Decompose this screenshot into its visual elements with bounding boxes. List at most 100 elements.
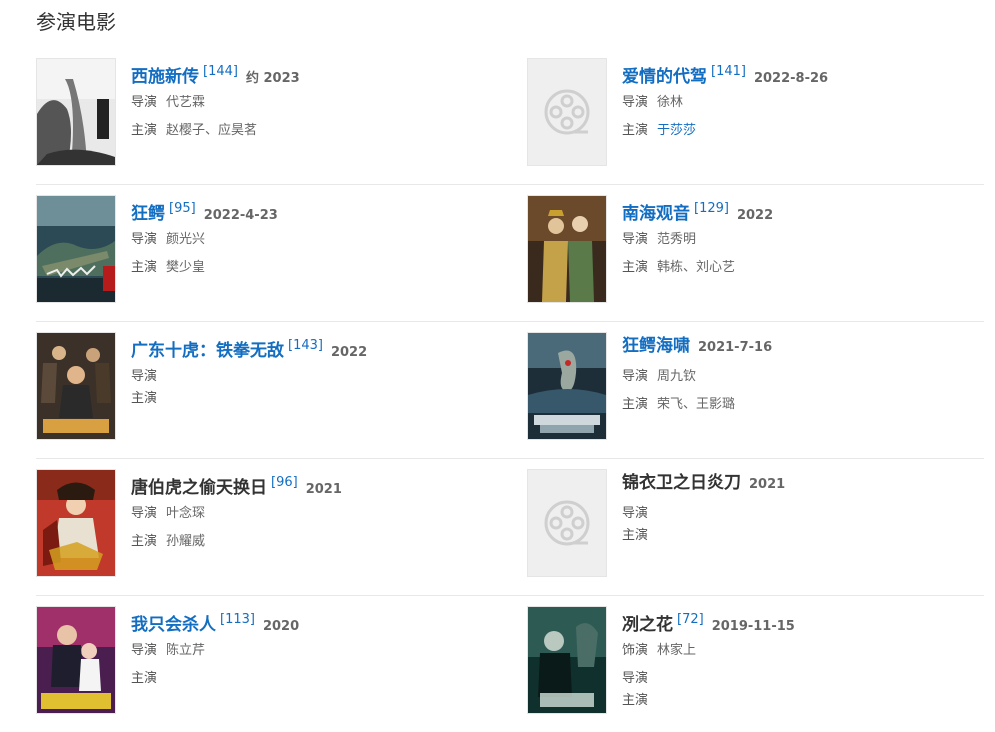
film-card: 爱情的代驾 [141] 2022-8-26 导演 徐林 主演 于莎莎 [527,58,987,168]
film-info: 爱情的代驾 [141] 2022-8-26 导演 徐林 主演 于莎莎 [622,58,982,142]
film-card: 我只会杀人 [113] 2020 导演 陈立芹 主演 [36,606,496,716]
citation-ref[interactable]: [129] [694,201,729,216]
film-date: 2019-11-15 [711,619,795,634]
meta-label: 主演 [131,391,158,406]
film-date: 2022 [736,208,774,223]
film-date: 2022-4-23 [203,208,278,223]
film-info: 冽之花 [72] 2019-11-15 饰演 林家上 导演 主演 [622,606,982,712]
meta-label: 主演 [622,693,649,708]
film-row: 唐伯虎之偷天换日 [96] 2021 导演 叶念琛 主演 孙耀威 锦衣卫之日炎刀 2021… [36,459,984,596]
meta-value: 陈立芹 [166,643,206,658]
film-card: 狂鳄海啸 2021-7-16 导演 周九钦 主演 荣飞、王影璐 [527,332,987,442]
film-poster-placeholder[interactable] [527,58,607,166]
film-card: 西施新传 [144] 约 2023 导演 代艺霖 主演 赵樱子、应昊茗 [36,58,496,168]
film-poster[interactable] [36,469,116,577]
film-title-link[interactable]: 狂鳄 [131,204,165,224]
film-poster-placeholder[interactable] [527,469,607,577]
citation-ref[interactable]: [95] [169,201,196,216]
actor-link[interactable]: 于莎莎 [657,123,696,138]
meta-label: 导演 [622,369,649,384]
meta-label: 饰演 [622,643,649,658]
meta-label: 主演 [622,397,649,412]
film-row: 狂鳄 [95] 2022-4-23 导演 颜光兴 主演 樊少皇 南海观音 [129] 202… [36,185,984,322]
meta-label: 导演 [622,95,649,110]
film-poster[interactable] [527,195,607,303]
film-title: 唐伯虎之偷天换日 [131,478,267,498]
film-poster[interactable] [527,606,607,714]
citation-ref[interactable]: [141] [711,64,746,79]
citation-ref[interactable]: [96] [271,475,298,490]
meta-value: 韩栋、刘心艺 [657,260,736,275]
film-date: 约 2023 [245,71,300,86]
meta-label: 导演 [131,95,158,110]
section-title: 参演电影 [36,10,116,34]
film-title-link[interactable]: 南海观音 [622,204,690,224]
citation-ref[interactable]: [143] [288,338,323,353]
meta-label: 主演 [622,528,649,543]
film-card: 唐伯虎之偷天换日 [96] 2021 导演 叶念琛 主演 孙耀威 [36,469,496,579]
film-title-link[interactable]: 爱情的代驾 [622,67,707,87]
meta-label: 主演 [131,671,158,686]
film-date: 2021 [749,477,786,492]
film-title-link[interactable]: 西施新传 [131,67,199,87]
film-card: 广东十虎：铁拳无敌 [143] 2022 导演 主演 [36,332,496,442]
meta-value: 范秀明 [657,232,697,247]
film-date: 2022 [330,345,368,360]
film-row: 西施新传 [144] 约 2023 导演 代艺霖 主演 赵樱子、应昊茗 爱情的代驾 [14… [36,48,984,185]
film-date: 2021-7-16 [698,340,773,355]
meta-value: 荣飞、王影璐 [657,397,736,412]
citation-ref[interactable]: [72] [677,612,704,627]
meta-value: 徐林 [657,95,684,110]
film-info: 西施新传 [144] 约 2023 导演 代艺霖 主演 赵樱子、应昊茗 [131,58,491,142]
meta-label: 主演 [131,123,158,138]
meta-label: 导演 [131,232,158,247]
film-row: 我只会杀人 [113] 2020 导演 陈立芹 主演 冽之花 [72] 2019-11-1… [36,596,984,732]
film-title: 锦衣卫之日炎刀 [622,473,741,493]
meta-label: 导演 [131,506,158,521]
film-poster[interactable] [36,58,116,166]
film-info: 锦衣卫之日炎刀 2021 导演 主演 [622,469,982,547]
meta-label: 主演 [622,123,649,138]
film-row: 广东十虎：铁拳无敌 [143] 2022 导演 主演 狂鳄海啸 2021-7-16 导… [36,322,984,459]
film-card: 锦衣卫之日炎刀 2021 导演 主演 [527,469,987,579]
film-info: 南海观音 [129] 2022 导演 范秀明 主演 韩栋、刘心艺 [622,195,982,279]
film-info: 我只会杀人 [113] 2020 导演 陈立芹 主演 [131,606,491,690]
film-info: 狂鳄海啸 2021-7-16 导演 周九钦 主演 荣飞、王影璐 [622,332,982,416]
citation-ref[interactable]: [113] [220,612,255,627]
film-title-link[interactable]: 我只会杀人 [131,615,216,635]
meta-value: 叶念琛 [166,506,206,521]
film-card: 南海观音 [129] 2022 导演 范秀明 主演 韩栋、刘心艺 [527,195,987,305]
film-date: 2021 [305,482,342,497]
film-poster[interactable] [36,332,116,440]
meta-label: 主演 [131,260,158,275]
meta-value: 樊少皇 [166,260,206,275]
meta-label: 导演 [622,232,649,247]
film-info: 唐伯虎之偷天换日 [96] 2021 导演 叶念琛 主演 孙耀威 [131,469,491,553]
film-poster[interactable] [527,332,607,440]
meta-value: 周九钦 [657,369,697,384]
film-reel-icon [528,470,606,576]
meta-label: 导演 [622,671,649,686]
citation-ref[interactable]: [144] [203,64,238,79]
film-card: 冽之花 [72] 2019-11-15 饰演 林家上 导演 主演 [527,606,987,716]
film-title-link[interactable]: 广东十虎：铁拳无敌 [131,341,284,361]
film-poster[interactable] [36,195,116,303]
film-card: 狂鳄 [95] 2022-4-23 导演 颜光兴 主演 樊少皇 [36,195,496,305]
film-title: 冽之花 [622,615,673,635]
meta-value: 孙耀威 [166,534,206,549]
meta-value: 颜光兴 [166,232,206,247]
film-title-link[interactable]: 狂鳄海啸 [622,336,690,356]
film-date: 2022-8-26 [753,71,829,86]
film-grid: 西施新传 [144] 约 2023 导演 代艺霖 主演 赵樱子、应昊茗 爱情的代驾 [14… [36,48,984,732]
film-info: 广东十虎：铁拳无敌 [143] 2022 导演 主演 [131,332,491,410]
film-info: 狂鳄 [95] 2022-4-23 导演 颜光兴 主演 樊少皇 [131,195,491,279]
meta-label: 导演 [131,369,158,384]
film-date: 2020 [262,619,300,634]
meta-value: 赵樱子、应昊茗 [166,123,258,138]
meta-label: 主演 [131,534,158,549]
meta-value: 林家上 [657,643,697,658]
film-reel-icon [528,59,606,165]
film-poster[interactable] [36,606,116,714]
meta-label: 主演 [622,260,649,275]
meta-label: 导演 [131,643,158,658]
